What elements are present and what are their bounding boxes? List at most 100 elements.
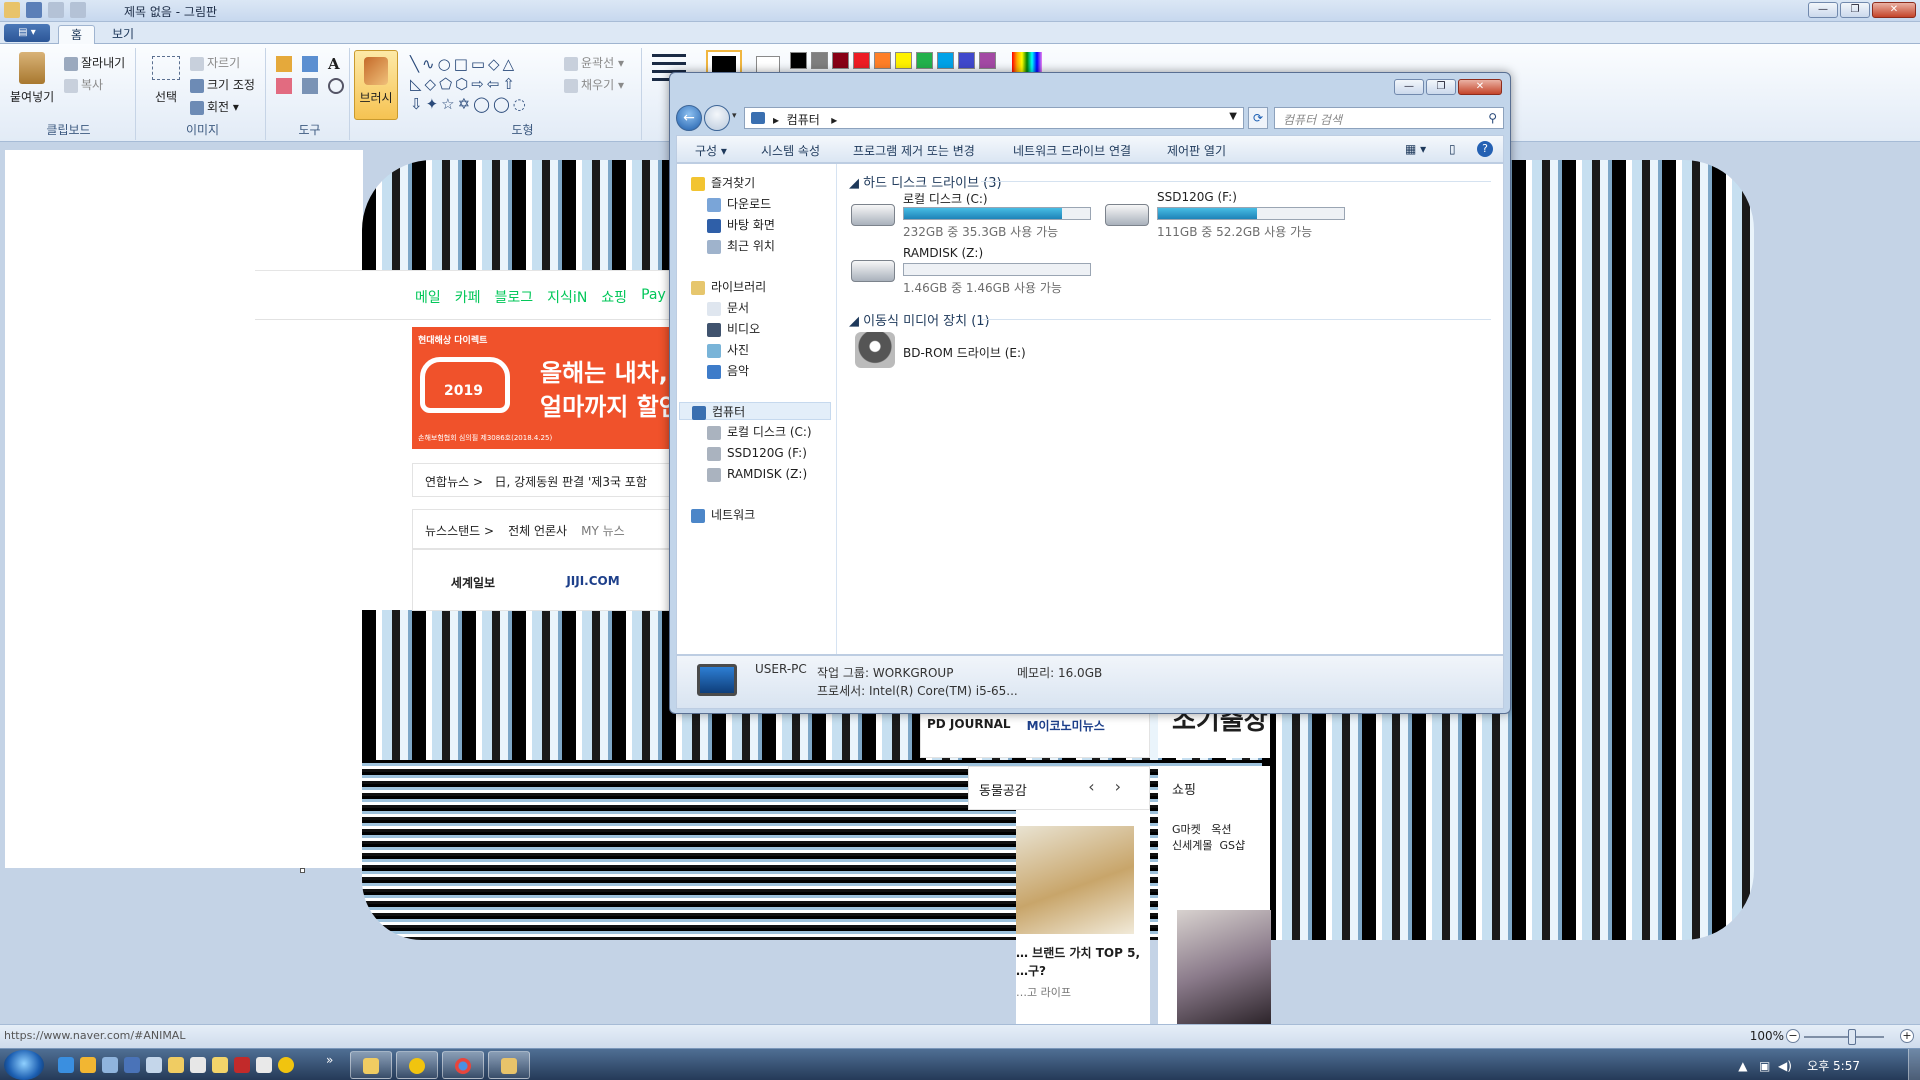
copy-button[interactable]: 복사 [64, 76, 103, 93]
cut-button[interactable]: 잘라내기 [64, 54, 125, 71]
tree-music[interactable]: 음악 [707, 362, 749, 380]
drive-bd-rom[interactable]: BD-ROM 드라이브 (E:) [851, 330, 1101, 378]
explorer-minimize-button[interactable]: — [1394, 79, 1424, 95]
fill-button[interactable]: 채우기 ▾ [564, 76, 624, 93]
address-dropdown-icon[interactable]: ▼ [1229, 111, 1237, 122]
computer-icon[interactable] [102, 1057, 118, 1073]
palette-swatch[interactable] [958, 52, 975, 69]
outline-button[interactable]: 윤곽선 ▾ [564, 54, 624, 71]
palette-swatch[interactable] [853, 52, 870, 69]
tab-view[interactable]: 보기 [100, 25, 146, 44]
taskbar-player[interactable] [396, 1051, 438, 1079]
tree-downloads[interactable]: 다운로드 [707, 195, 771, 213]
removable-section-header[interactable]: ◢ 이동식 미디어 장치 (1) [849, 310, 990, 329]
pencil-icon[interactable] [276, 56, 292, 72]
canvas-resize-handle[interactable] [300, 868, 305, 873]
paint-app-icon[interactable] [4, 2, 20, 18]
text-icon[interactable]: A [328, 56, 344, 72]
hdd-section-header[interactable]: ◢ 하드 디스크 드라이브 (3) [849, 172, 1002, 191]
docs-icon[interactable] [212, 1057, 228, 1073]
palette-swatch[interactable] [937, 52, 954, 69]
taskbar-chrome[interactable] [442, 1051, 484, 1079]
zoom-slider[interactable] [1804, 1036, 1884, 1038]
rotate-button[interactable]: 회전 ▾ [190, 98, 239, 115]
palette-swatch[interactable] [979, 52, 996, 69]
search-icon[interactable]: ⚲ [1488, 111, 1497, 125]
show-desktop-button[interactable] [1908, 1049, 1920, 1080]
forward-button[interactable] [704, 105, 730, 131]
tree-videos[interactable]: 비디오 [707, 320, 760, 338]
save-icon[interactable] [26, 2, 42, 18]
recent-pages-dropdown[interactable]: ▾ [732, 111, 737, 121]
taskbar-explorer[interactable] [350, 1051, 392, 1079]
fill-icon[interactable] [302, 56, 318, 72]
taskbar-paint[interactable] [488, 1051, 530, 1079]
quick-launch-overflow-icon[interactable]: » [326, 1053, 333, 1067]
zoom-in-button[interactable]: + [1900, 1029, 1914, 1043]
tree-network[interactable]: 네트워크 [691, 506, 755, 524]
palette-swatch[interactable] [790, 52, 807, 69]
tree-computer[interactable]: 컴퓨터 [679, 402, 831, 420]
recycle-icon[interactable] [146, 1057, 162, 1073]
network-tray-icon[interactable]: ▣ [1759, 1059, 1770, 1073]
refresh-button[interactable]: ⟳ [1248, 107, 1268, 129]
open-control-panel-button[interactable]: 제어판 열기 [1167, 142, 1226, 159]
tree-favorites[interactable]: 즐겨찾기 [691, 174, 755, 192]
color-picker-icon[interactable] [302, 78, 318, 94]
paste-button[interactable]: 붙여넣기 [10, 50, 54, 120]
chrome-icon[interactable] [80, 1057, 96, 1073]
zoom-slider-thumb[interactable] [1848, 1029, 1856, 1045]
tree-drive-f[interactable]: SSD120G (F:) [707, 444, 807, 462]
tree-documents[interactable]: 문서 [707, 299, 749, 317]
palette-swatch[interactable] [874, 52, 891, 69]
volume-icon[interactable]: ◀) [1778, 1059, 1792, 1073]
undo-icon[interactable] [48, 2, 64, 18]
palette-swatch[interactable] [811, 52, 828, 69]
address-chevron-icon[interactable]: ▸ [831, 113, 837, 127]
drive-c[interactable]: 로컬 디스크 (C:) 232GB 중 35.3GB 사용 가능 [851, 190, 1101, 239]
zoom-out-button[interactable]: − [1786, 1029, 1800, 1043]
drive-z[interactable]: RAMDISK (Z:) 1.46GB 중 1.46GB 사용 가능 [851, 246, 1101, 295]
display-icon[interactable] [124, 1057, 140, 1073]
help-icon[interactable]: ? [1477, 141, 1493, 157]
tree-drive-c[interactable]: 로컬 디스크 (C:) [707, 423, 812, 441]
search-input[interactable]: 컴퓨터 검색 ⚲ [1274, 107, 1504, 129]
tab-home[interactable]: 홈 [58, 25, 96, 44]
preview-pane-icon[interactable]: ▯ [1449, 142, 1456, 156]
brush-button[interactable]: 브러시 [354, 50, 398, 120]
redo-icon[interactable] [70, 2, 86, 18]
ie-icon[interactable] [58, 1057, 74, 1073]
tray-expand-icon[interactable]: ▲ [1738, 1059, 1747, 1073]
app-icon[interactable] [234, 1057, 250, 1073]
shapes-gallery[interactable]: ╲∿○□▭◇△ ◺◇⬠⬡⇨⇦⇧ ⇩✦☆✡◯◯◌ [410, 54, 560, 116]
magnifier-icon[interactable] [328, 78, 344, 94]
palette-swatch[interactable] [916, 52, 933, 69]
clock-icon[interactable] [256, 1057, 272, 1073]
back-button[interactable]: ← [676, 105, 702, 131]
system-properties-button[interactable]: 시스템 속성 [761, 142, 820, 159]
tree-drive-z[interactable]: RAMDISK (Z:) [707, 465, 807, 483]
paint-menu-button[interactable]: ▤ ▾ [4, 24, 50, 42]
address-bar[interactable]: ▸ 컴퓨터 ▸ ▼ [744, 107, 1244, 129]
notepad-icon[interactable] [190, 1057, 206, 1073]
tree-libraries[interactable]: 라이브러리 [691, 278, 766, 296]
player-icon[interactable] [278, 1057, 294, 1073]
explorer-maximize-button[interactable]: ❐ [1426, 79, 1456, 95]
edit-colors-icon[interactable] [1012, 52, 1042, 72]
tree-pictures[interactable]: 사진 [707, 341, 749, 359]
palette-swatch[interactable] [832, 52, 849, 69]
maximize-button[interactable]: ❐ [1840, 2, 1870, 18]
crop-button[interactable]: 자르기 [190, 54, 240, 71]
select-button[interactable]: 선택 [146, 52, 186, 122]
tree-recent-places[interactable]: 최근 위치 [707, 237, 775, 255]
eraser-icon[interactable] [276, 78, 292, 94]
tree-desktop[interactable]: 바탕 화면 [707, 216, 775, 234]
minimize-button[interactable]: — [1808, 2, 1838, 18]
clock[interactable]: 오후 5:57 [1807, 1059, 1860, 1073]
map-network-drive-button[interactable]: 네트워크 드라이브 연결 [1013, 142, 1131, 159]
start-button[interactable] [4, 1050, 44, 1080]
organize-button[interactable]: 구성 ▾ [695, 142, 727, 159]
explorer-title-bar[interactable]: — ❐ ✕ [670, 73, 1510, 103]
palette-swatch[interactable] [895, 52, 912, 69]
resize-button[interactable]: 크기 조정 [190, 76, 255, 93]
